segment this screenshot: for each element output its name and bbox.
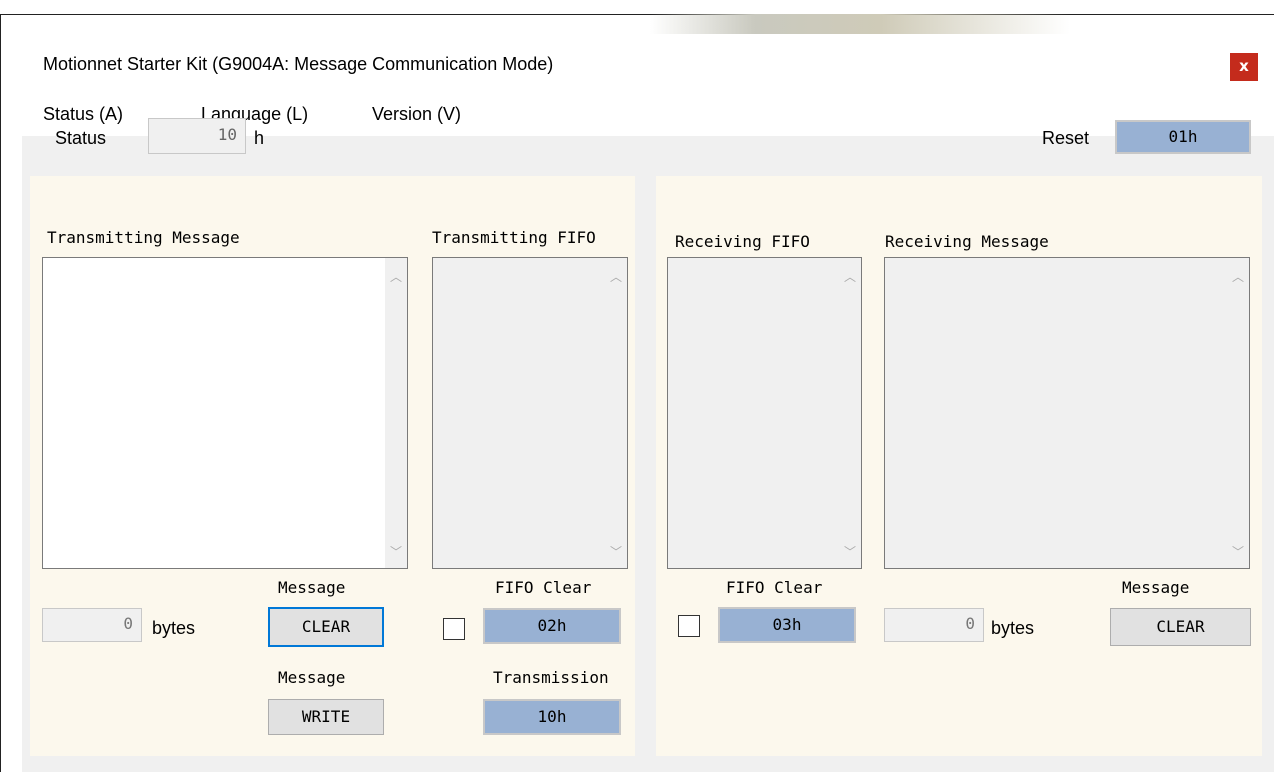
menu-status[interactable]: Status (A): [43, 104, 123, 125]
status-unit: h: [254, 128, 265, 148]
transmit-bytes-field: 0: [42, 608, 142, 642]
chevron-up-icon[interactable]: ︿: [385, 268, 407, 285]
receiving-message-title: Receiving Message: [885, 232, 1049, 251]
message-write-button[interactable]: WRITE: [268, 699, 384, 735]
message-clear-caption: Message: [278, 578, 346, 597]
chevron-down-icon[interactable]: ﹀: [385, 543, 407, 560]
receiving-fifo-scrollbar[interactable]: ︿ ﹀: [839, 258, 861, 568]
desktop-frame-left: [0, 14, 1, 772]
chevron-down-icon[interactable]: ﹀: [1227, 543, 1249, 560]
receive-bytes-unit: bytes: [991, 618, 1035, 638]
chevron-down-icon[interactable]: ﹀: [605, 543, 627, 560]
chevron-up-icon[interactable]: ︿: [839, 268, 861, 285]
app-window: Motionnet Starter Kit (G9004A: Message C…: [22, 34, 1274, 772]
message-write-caption: Message: [278, 668, 346, 687]
status-label: Status: [55, 128, 107, 148]
receive-message-clear-button[interactable]: CLEAR: [1110, 608, 1251, 646]
window-title: Motionnet Starter Kit (G9004A: Message C…: [43, 54, 554, 74]
close-icon: x: [1239, 57, 1249, 75]
transmission-button[interactable]: 10h: [483, 699, 621, 735]
receive-bytes-field: 0: [884, 608, 984, 642]
reset-button[interactable]: 01h: [1115, 120, 1251, 154]
chevron-down-icon[interactable]: ﹀: [839, 543, 861, 560]
receive-fifo-clear-caption: FIFO Clear: [726, 578, 823, 597]
chevron-up-icon[interactable]: ︿: [605, 268, 627, 285]
desktop-frame-top: [0, 14, 1274, 15]
transmit-message-clear-button[interactable]: CLEAR: [268, 607, 384, 647]
transmitting-message-scrollbar[interactable]: ︿ ﹀: [385, 258, 407, 568]
transmission-caption: Transmission: [493, 668, 609, 687]
menu-version[interactable]: Version (V): [372, 104, 461, 125]
title-bar: Motionnet Starter Kit (G9004A: Message C…: [22, 34, 1274, 92]
chevron-up-icon[interactable]: ︿: [1227, 268, 1249, 285]
status-value-field: 10: [148, 118, 246, 154]
transmitting-fifo-title: Transmitting FIFO: [432, 228, 596, 247]
receiving-fifo-listbox: ︿ ﹀: [667, 257, 862, 569]
transmitting-fifo-scrollbar[interactable]: ︿ ﹀: [605, 258, 627, 568]
receiving-message-textbox: ︿ ﹀: [884, 257, 1250, 569]
transmitting-message-title: Transmitting Message: [47, 228, 240, 247]
receive-message-clear-caption: Message: [1122, 578, 1190, 597]
transmit-bytes-unit: bytes: [152, 618, 196, 638]
receiving-fifo-title: Receiving FIFO: [675, 232, 810, 251]
close-button[interactable]: x: [1230, 53, 1258, 81]
transmit-fifo-clear-caption: FIFO Clear: [495, 578, 592, 597]
transmitting-message-textbox[interactable]: ︿ ﹀: [42, 257, 408, 569]
reset-label: Reset: [1042, 128, 1090, 148]
receive-fifo-clear-button[interactable]: 03h: [718, 607, 856, 643]
transmitting-fifo-listbox: ︿ ﹀: [432, 257, 628, 569]
background-strip: [650, 14, 1070, 34]
transmit-fifo-checkbox[interactable]: [443, 618, 465, 640]
receive-fifo-checkbox[interactable]: [678, 615, 700, 637]
transmit-fifo-clear-button[interactable]: 02h: [483, 608, 621, 644]
receiving-message-scrollbar[interactable]: ︿ ﹀: [1227, 258, 1249, 568]
